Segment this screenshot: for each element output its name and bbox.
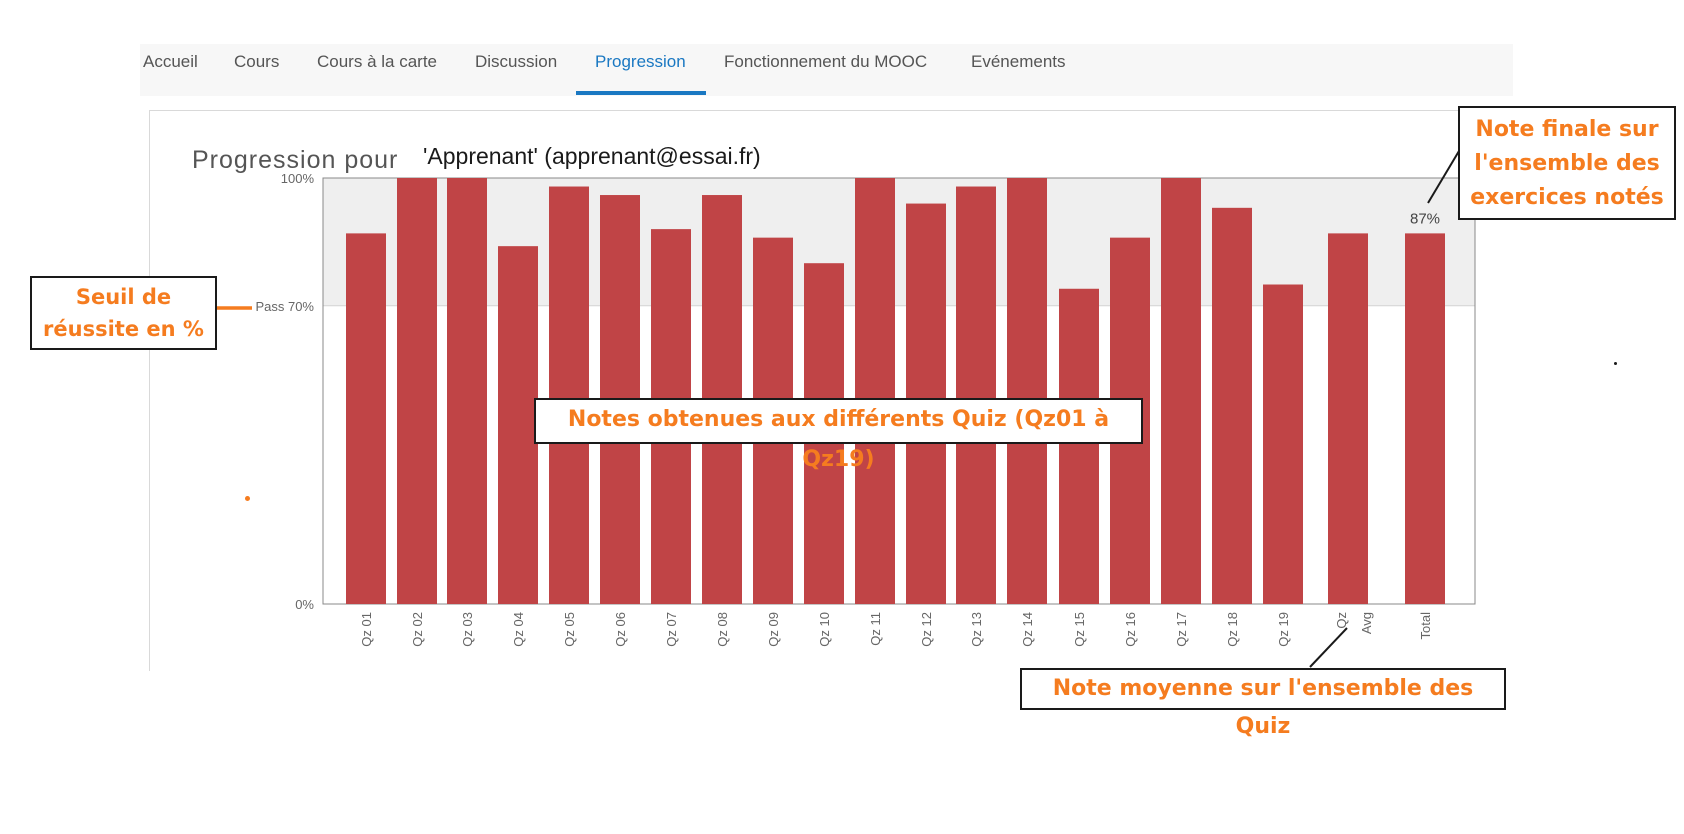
- bar-qz-18: [1212, 207, 1252, 604]
- x-tick-label: Qz 10: [817, 612, 832, 647]
- callout-pass-threshold: Seuil de réussite en %: [30, 276, 217, 350]
- bar-qz-15: [1059, 288, 1099, 604]
- x-tick-label: Qz 18: [1225, 612, 1240, 647]
- callout-final-grade: Note finale sur l'ensemble des exercices…: [1458, 106, 1676, 220]
- callout-quiz-average: Note moyenne sur l'ensemble des Quiz: [1020, 668, 1506, 739]
- x-tick-label: Qz 12: [919, 612, 934, 647]
- x-tick-label: Qz 04: [511, 612, 526, 647]
- bar-qz-avg: [1328, 233, 1368, 604]
- y-tick-label: 0%: [295, 597, 314, 612]
- bar-qz-19: [1263, 284, 1303, 604]
- bar-qz-13: [956, 186, 996, 604]
- x-tick-label: Qz 13: [969, 612, 984, 647]
- bar-qz-14: [1007, 178, 1047, 604]
- x-tick-label: Qz 14: [1020, 612, 1035, 647]
- average-connector: [1309, 627, 1348, 668]
- callout-threshold-line-1: Seuil de: [75, 285, 172, 309]
- decorative-dot: [1614, 362, 1617, 365]
- callout-quiz-grades: Notes obtenues aux différents Quiz (Qz01…: [534, 398, 1143, 472]
- x-tick-label: Qz 19: [1276, 612, 1291, 647]
- bar-qz-04: [498, 246, 538, 604]
- x-tick-label: Qz: [1334, 612, 1349, 629]
- callout-final-line-1: Note finale sur: [1475, 117, 1659, 142]
- bar-qz-02: [397, 178, 437, 604]
- x-tick-label: Qz 01: [359, 612, 374, 647]
- x-tick-label: Qz 11: [868, 612, 883, 646]
- x-tick-label: Qz 17: [1174, 612, 1189, 647]
- x-tick-label: Qz 03: [460, 612, 475, 647]
- x-tick-label: Qz 15: [1072, 612, 1087, 647]
- bar-total: [1405, 233, 1445, 604]
- x-tick-label: Qz 06: [613, 612, 628, 647]
- x-tick-label: Total: [1418, 612, 1433, 640]
- decorative-dot: [245, 496, 250, 501]
- bar-qz-05: [549, 186, 589, 604]
- callout-final-line-2: l'ensemble des: [1474, 151, 1660, 176]
- x-tick-label: Avg: [1359, 612, 1374, 634]
- pass-threshold-label: Pass 70%: [255, 299, 314, 314]
- x-tick-label: Qz 07: [664, 612, 679, 647]
- x-tick-label: Qz 09: [766, 612, 781, 647]
- bar-qz-01: [346, 233, 386, 604]
- bar-qz-03: [447, 178, 487, 604]
- x-tick-label: Qz 16: [1123, 612, 1138, 647]
- bar-qz-17: [1161, 178, 1201, 604]
- x-tick-label: Qz 05: [562, 612, 577, 647]
- callout-final-line-3: exercices notés: [1470, 185, 1664, 210]
- bar-qz-11: [855, 178, 895, 604]
- y-tick-label: 100%: [281, 171, 315, 186]
- x-tick-label: Qz 02: [410, 612, 425, 647]
- x-tick-label: Qz 08: [715, 612, 730, 647]
- callout-threshold-line-2: réussite en %: [43, 317, 204, 341]
- total-value-label: 87%: [1410, 210, 1440, 227]
